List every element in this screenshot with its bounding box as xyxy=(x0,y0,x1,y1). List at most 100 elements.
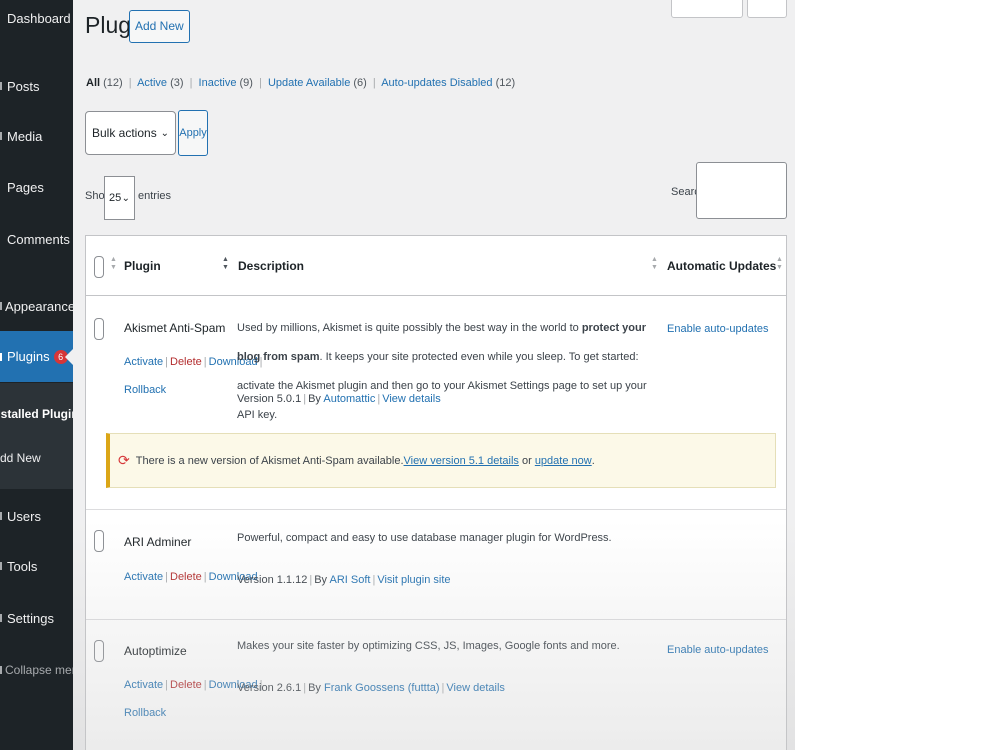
separator: | xyxy=(259,77,262,89)
update-now-link[interactable]: update now xyxy=(535,455,592,467)
chevron-down-icon: ⌄ xyxy=(160,127,169,139)
bulk-actions-select[interactable]: Bulk actions ⌄ xyxy=(85,111,176,155)
sidebar-item-tools[interactable]: Tools xyxy=(0,551,73,581)
rollback-link[interactable]: Rollback xyxy=(124,384,166,396)
plug-icon xyxy=(0,352,4,361)
filter-count: (12) xyxy=(495,77,516,89)
filter-update-available[interactable]: Update Available xyxy=(268,77,350,89)
row-actions: Activate | Delete | Download | Rollback xyxy=(124,355,262,397)
update-notice: ⟳ There is a new version of Akismet Anti… xyxy=(106,433,776,488)
help-button[interactable] xyxy=(747,0,787,18)
sidebar-item-comments[interactable]: Comments xyxy=(0,224,73,254)
delete-link[interactable]: Delete xyxy=(170,679,202,691)
plugin-name: ARI Adminer xyxy=(124,535,192,549)
notice-text: . xyxy=(591,454,595,467)
rollback-link[interactable]: Rollback xyxy=(124,707,166,719)
plugin-version: Version 1.1.12 xyxy=(237,574,308,586)
sidebar-item-plugins[interactable]: Plugins 6 xyxy=(0,331,73,382)
author-link[interactable]: ARI Soft xyxy=(330,574,371,586)
filter-count: (9) xyxy=(239,77,253,89)
collapse-menu-button[interactable]: Collapse menu xyxy=(0,655,73,685)
column-header-description[interactable]: Description xyxy=(238,259,304,273)
plugin-status-filters: All (12) | Active (3) | Inactive (9) | U… xyxy=(86,77,515,89)
view-details-link[interactable]: View details xyxy=(446,682,505,694)
sidebar-item-label: Comments xyxy=(7,231,70,247)
separator: | xyxy=(165,356,168,368)
plugin-description: Used by millions, Akismet is quite possi… xyxy=(237,314,662,430)
brush-icon xyxy=(0,302,2,310)
sidebar-item-label: Users xyxy=(7,508,41,524)
separator: | xyxy=(309,574,313,586)
sidebar-item-appearance[interactable]: Appearance xyxy=(0,291,73,321)
screen-options-button[interactable] xyxy=(671,0,743,18)
filter-count: (12) xyxy=(103,77,123,89)
sort-icon[interactable]: ▲ ▼ xyxy=(776,256,783,272)
notice-text: or xyxy=(518,454,535,467)
plugin-version: Version 2.6.1 xyxy=(237,682,302,694)
plugin-description: Makes your site faster by optimizing CSS… xyxy=(237,640,620,652)
pin-icon xyxy=(0,82,4,90)
by-label: By xyxy=(314,574,328,586)
plugin-name: Akismet Anti-Spam xyxy=(124,321,226,335)
update-icon: ⟳ xyxy=(118,452,130,468)
sidebar-item-pages[interactable]: Pages xyxy=(0,172,73,202)
update-count-badge: 6 xyxy=(53,349,68,364)
sort-icon: ▲ ▼ xyxy=(110,256,117,271)
sidebar-item-settings[interactable]: Settings xyxy=(0,603,73,633)
submenu-installed-plugins[interactable]: Installed Plugins xyxy=(0,407,73,421)
enable-auto-updates-link[interactable]: Enable auto-updates xyxy=(667,323,769,335)
sidebar-item-posts[interactable]: Posts xyxy=(0,71,73,101)
sort-icon[interactable]: ▲ ▼ xyxy=(222,256,229,272)
filter-auto-updates-disabled[interactable]: Auto-updates Disabled xyxy=(381,77,492,89)
filter-all[interactable]: All xyxy=(86,77,100,89)
sidebar-item-label: Media xyxy=(7,128,43,144)
sidebar-item-label: Posts xyxy=(7,78,40,94)
filter-inactive[interactable]: Inactive xyxy=(199,77,237,89)
sidebar-item-dashboard[interactable]: Dashboard xyxy=(0,3,73,33)
author-link[interactable]: Automattic xyxy=(323,393,375,405)
delete-link[interactable]: Delete xyxy=(170,571,202,583)
plugins-table: ▲ ▼ Plugin ▲ ▼ Description ▲ ▼ Automatic Up… xyxy=(85,235,787,750)
row-checkbox[interactable] xyxy=(94,640,104,662)
view-details-link[interactable]: View details xyxy=(382,393,441,405)
separator: | xyxy=(203,571,207,583)
sidebar-item-users[interactable]: Users xyxy=(0,501,73,531)
entries-per-page-select[interactable]: 25 ⌄ xyxy=(104,176,135,220)
delete-link[interactable]: Delete xyxy=(170,356,202,368)
activate-link[interactable]: Activate xyxy=(124,679,163,691)
row-checkbox[interactable] xyxy=(94,530,104,552)
filter-count: (6) xyxy=(353,77,367,89)
description-text: Used by millions, Akismet is quite possi… xyxy=(237,322,582,334)
visit-plugin-site-link[interactable]: Visit plugin site xyxy=(377,574,450,586)
table-row: Autoptimize Activate | Delete | Download | Ro… xyxy=(86,619,786,750)
row-checkbox[interactable] xyxy=(94,318,104,340)
activate-link[interactable]: Activate xyxy=(124,571,163,583)
sidebar-item-label: Pages xyxy=(7,179,44,195)
column-header-automatic-updates[interactable]: Automatic Updates xyxy=(667,259,776,273)
sort-icon[interactable]: ▲ ▼ xyxy=(651,256,658,272)
plugin-meta: Version 5.0.1 | By Automattic | View details xyxy=(237,393,441,405)
sidebar-item-label: Settings xyxy=(7,610,54,626)
apply-button[interactable]: Apply xyxy=(178,110,208,156)
select-all-checkbox[interactable] xyxy=(94,256,104,278)
add-new-button[interactable]: Add New xyxy=(129,10,190,43)
table-header: ▲ ▼ Plugin ▲ ▼ Description ▲ ▼ Automatic Up… xyxy=(86,236,786,296)
table-row: Akismet Anti-Spam Activate | Delete | Downlo… xyxy=(86,297,786,509)
users-icon xyxy=(0,512,4,520)
view-version-details-link[interactable]: View version 5.1 details xyxy=(404,455,519,467)
sidebar-item-label: Collapse menu xyxy=(5,663,73,677)
media-icon xyxy=(0,132,4,140)
search-input[interactable] xyxy=(696,162,787,219)
submenu-add-new[interactable]: Add New xyxy=(0,451,73,465)
sidebar-item-media[interactable]: Media xyxy=(0,121,73,151)
sidebar-item-label: Tools xyxy=(7,558,38,574)
activate-link[interactable]: Activate xyxy=(124,356,163,368)
author-link[interactable]: Frank Goossens (futtta) xyxy=(324,682,440,694)
separator: | xyxy=(441,682,445,694)
enable-auto-updates-link[interactable]: Enable auto-updates xyxy=(667,644,769,656)
column-header-plugin[interactable]: Plugin xyxy=(124,259,161,273)
sidebar-item-label: Dashboard xyxy=(7,10,71,26)
filter-active[interactable]: Active xyxy=(137,77,167,89)
bulk-actions-value: Bulk actions xyxy=(92,126,157,140)
